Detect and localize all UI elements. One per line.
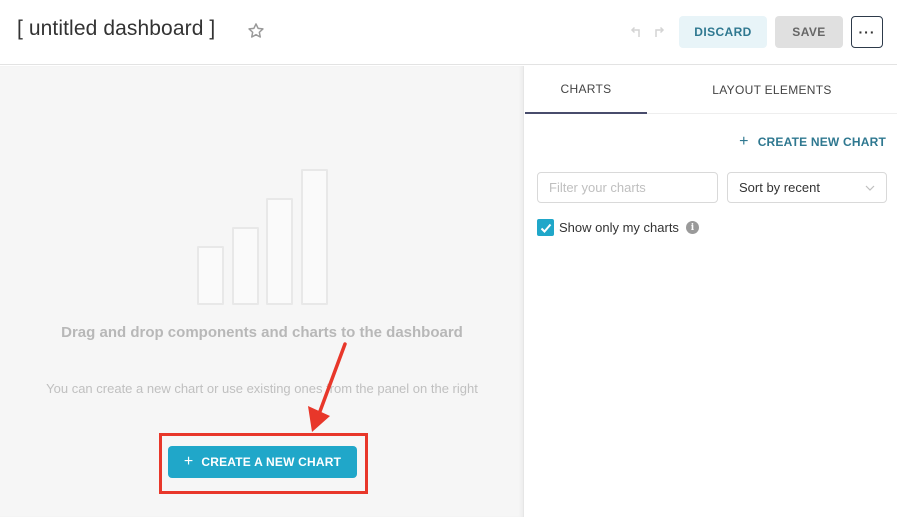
create-a-new-chart-label: CREATE A NEW CHART [201, 455, 342, 469]
empty-state-subtitle: You can create a new chart or use existi… [46, 381, 478, 396]
panel-tabs: CHARTS LAYOUT ELEMENTS [525, 66, 897, 114]
side-panel: CHARTS LAYOUT ELEMENTS + CREATE NEW CHAR… [525, 66, 897, 517]
show-only-my-charts-checkbox[interactable] [537, 219, 554, 236]
placeholder-bar [266, 198, 293, 305]
dashboard-title[interactable]: [ untitled dashboard ] [17, 17, 215, 41]
save-button[interactable]: SAVE [775, 16, 843, 48]
create-new-chart-link[interactable]: + CREATE NEW CHART [739, 133, 886, 151]
placeholder-bar [197, 246, 224, 305]
show-only-my-charts-label[interactable]: Show only my charts [559, 220, 679, 235]
empty-state-title: Drag and drop components and charts to t… [61, 324, 463, 341]
sort-select-value: Sort by recent [739, 180, 820, 195]
placeholder-bar [232, 227, 259, 305]
chevron-down-icon [865, 185, 875, 191]
info-icon[interactable]: i [685, 221, 699, 234]
plus-icon: + [739, 133, 749, 150]
annotation-arrow-icon [308, 342, 347, 432]
placeholder-bar [301, 169, 328, 305]
star-icon[interactable] [246, 21, 266, 41]
plus-icon: + [183, 453, 194, 470]
show-only-my-charts: Show only my charts i [537, 219, 699, 236]
more-options-button[interactable]: ··· [851, 16, 883, 48]
tab-layout-elements[interactable]: LAYOUT ELEMENTS [647, 66, 897, 114]
discard-button[interactable]: DISCARD [679, 16, 767, 48]
create-a-new-chart-button[interactable]: + CREATE A NEW CHART [168, 446, 357, 478]
sort-select[interactable]: Sort by recent [727, 172, 887, 203]
undo-icon[interactable] [628, 23, 644, 39]
checkmark-icon [540, 223, 551, 233]
tab-charts[interactable]: CHARTS [525, 66, 647, 114]
filter-charts-input[interactable] [537, 172, 718, 203]
dashboard-canvas[interactable]: Drag and drop components and charts to t… [0, 66, 524, 517]
redo-icon[interactable] [651, 23, 667, 39]
dashboard-header: [ untitled dashboard ] DISCARD SAVE ··· [0, 0, 897, 65]
create-new-chart-label: CREATE NEW CHART [757, 135, 886, 149]
